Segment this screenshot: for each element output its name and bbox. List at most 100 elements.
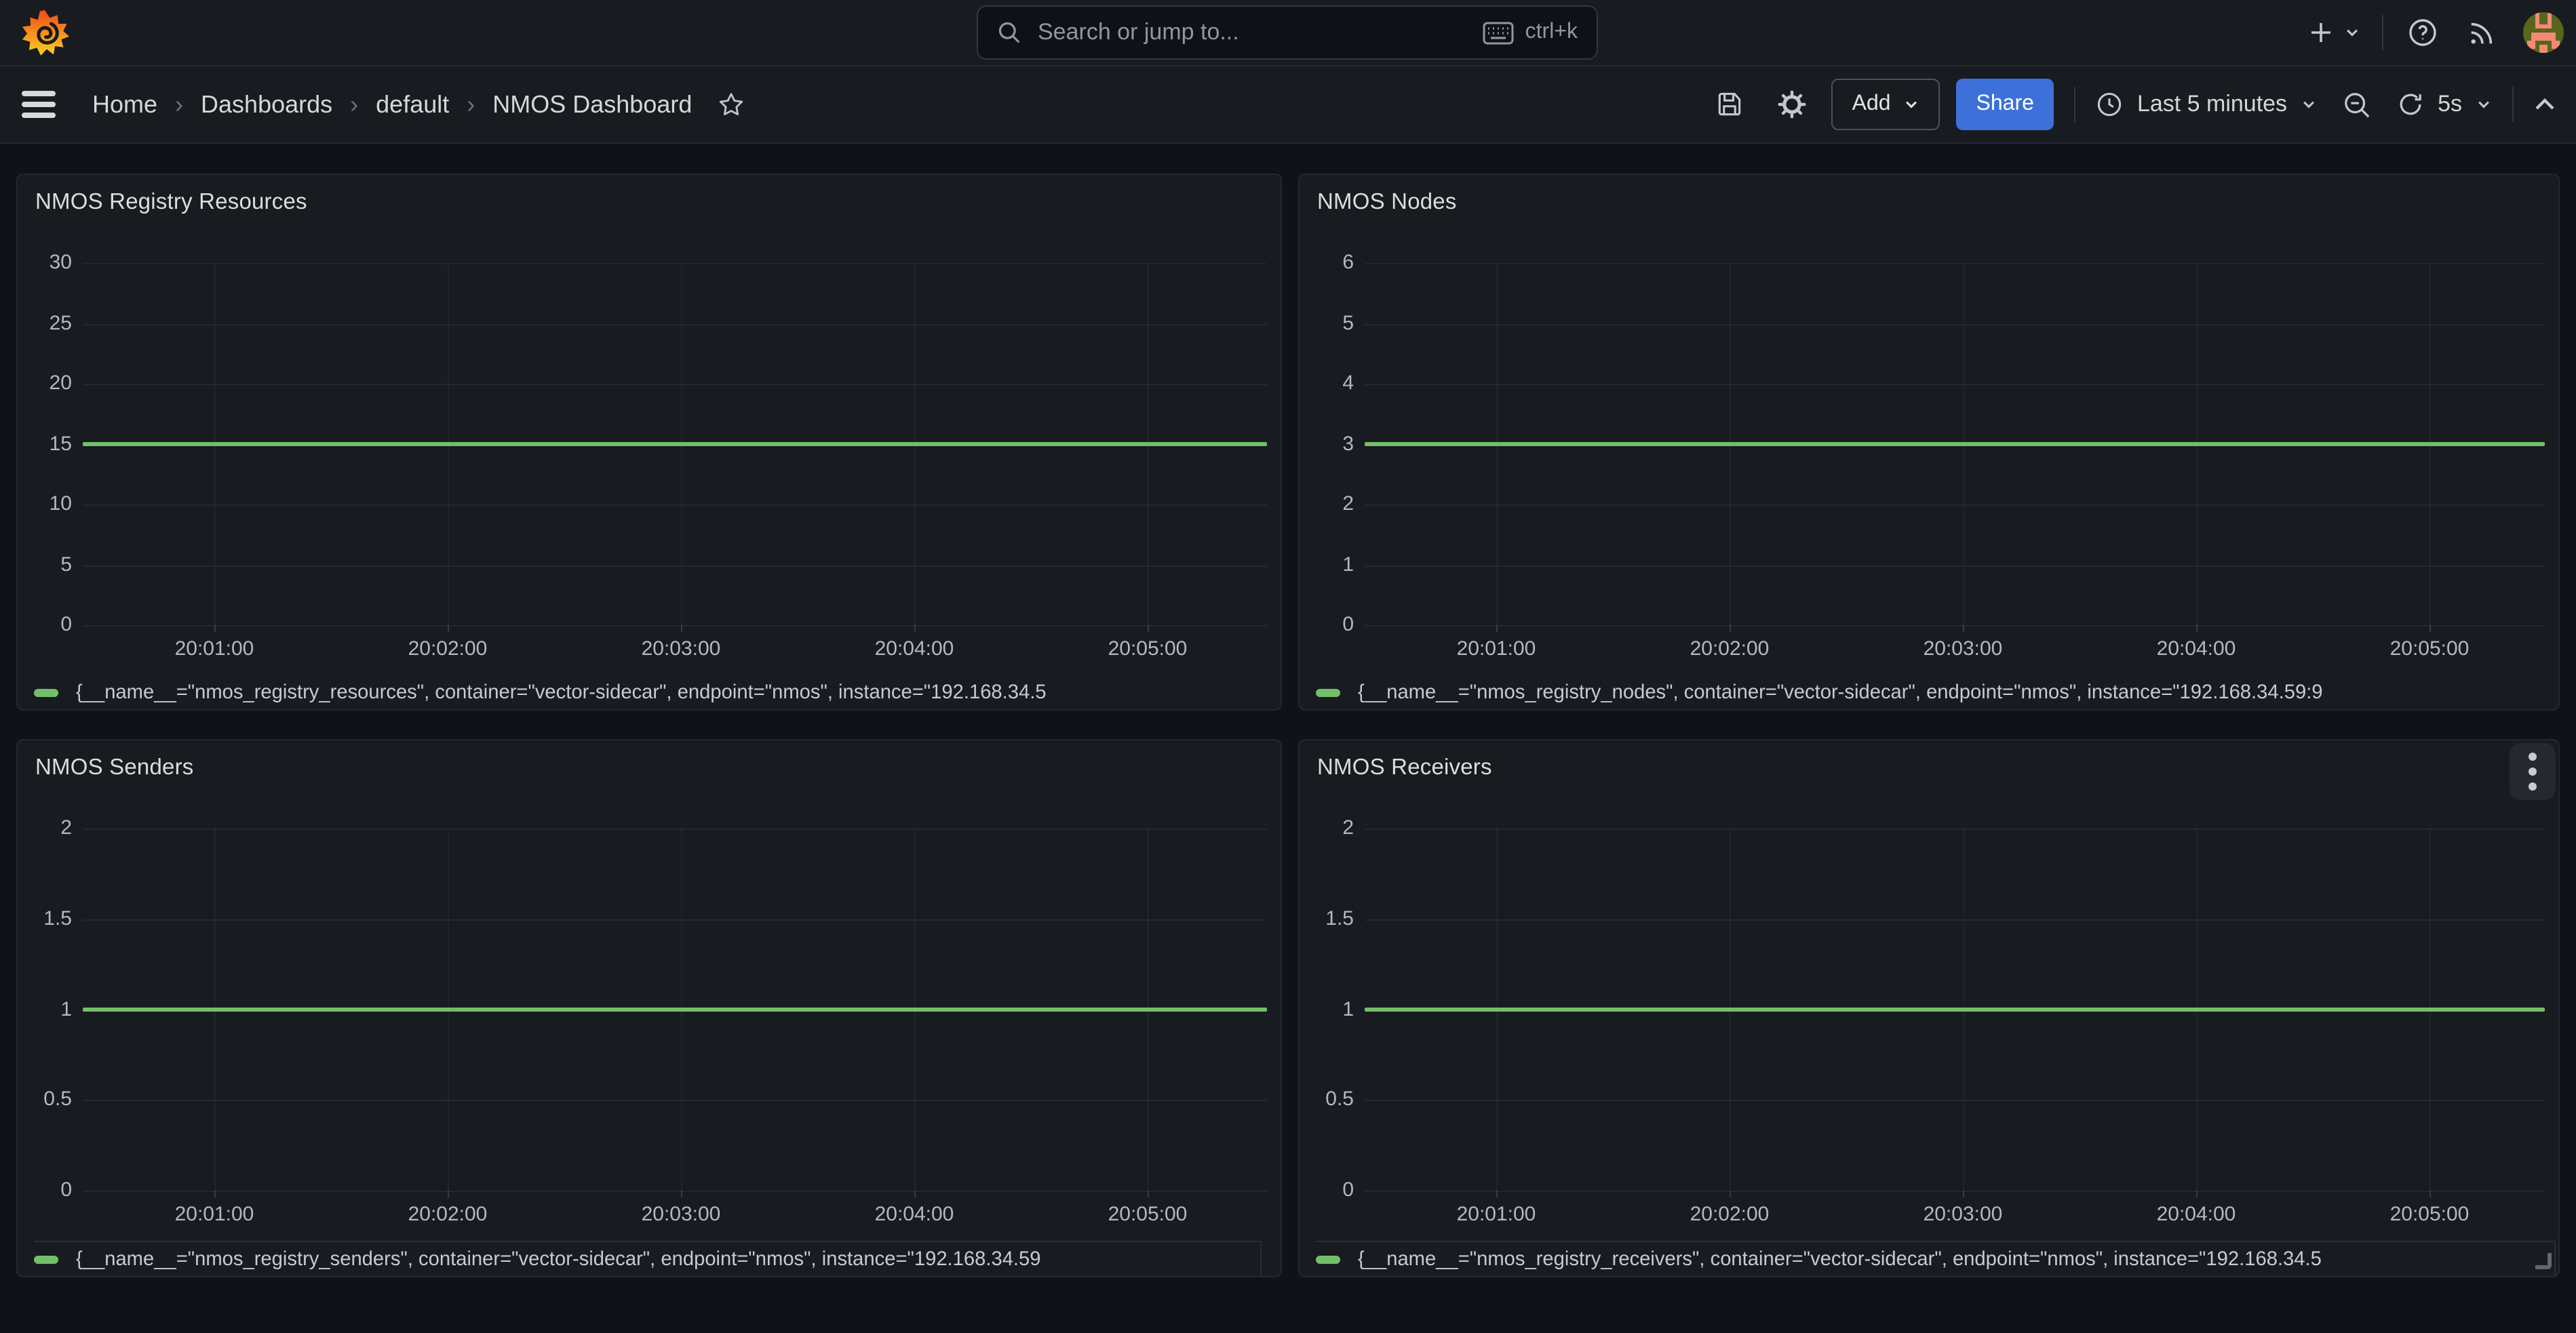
plus-icon — [2307, 19, 2335, 46]
zoom-out-button[interactable] — [2343, 90, 2371, 119]
time-range-picker[interactable]: Last 5 minutes — [2096, 91, 2317, 118]
y-axis-tick-label: 30 — [18, 251, 72, 275]
legend-label[interactable]: {__name__="nmos_registry_resources", con… — [76, 681, 1047, 703]
share-button[interactable]: Share — [1956, 79, 2054, 130]
y-axis-tick-label: 4 — [1300, 372, 1354, 396]
y-axis-tick-label: 0.5 — [1300, 1088, 1354, 1113]
refresh-interval-label: 5s — [2438, 91, 2462, 118]
x-axis-tick-label: 20:05:00 — [1087, 637, 1209, 662]
add-panel-button[interactable]: Add — [1832, 79, 1940, 130]
search-icon — [997, 20, 1021, 45]
y-axis-tick-label: 2 — [1300, 492, 1354, 517]
y-axis-tick-label: 6 — [1300, 251, 1354, 275]
panel-resize-handle[interactable] — [2535, 1253, 2552, 1269]
timeseries-chart[interactable]: 05101520253020:01:0020:02:0020:03:0020:0… — [18, 175, 1281, 709]
timeseries-chart[interactable]: 00.511.5220:01:0020:02:0020:03:0020:04:0… — [18, 740, 1281, 1276]
y-axis-tick-label: 0.5 — [18, 1088, 72, 1113]
x-axis-tick — [1148, 625, 1149, 632]
collapse-toolbar-button[interactable] — [2531, 91, 2558, 118]
y-axis-tick-label: 10 — [18, 492, 72, 517]
shortcut-label: ctrl+k — [1525, 20, 1578, 45]
y-axis-tick-label: 1 — [18, 997, 72, 1022]
x-axis-tick-label: 20:04:00 — [2135, 637, 2257, 662]
timeseries-chart[interactable]: 00.511.5220:01:0020:02:0020:03:0020:04:0… — [1300, 740, 2558, 1276]
x-axis-tick — [1730, 1191, 1731, 1197]
breadcrumb: Home › Dashboards › default › NMOS Dashb… — [22, 66, 745, 142]
kebab-icon — [2529, 782, 2537, 791]
y-axis-tick-label: 0 — [1300, 613, 1354, 637]
gridline-horizontal — [83, 263, 1267, 264]
y-axis-tick-label: 2 — [18, 816, 72, 841]
x-axis-tick-label: 20:03:00 — [1902, 637, 2024, 662]
help-button[interactable] — [2408, 18, 2438, 47]
chevron-down-icon — [2344, 24, 2360, 41]
y-axis-tick-label: 0 — [1300, 1178, 1354, 1203]
breadcrumb-current: NMOS Dashboard — [492, 90, 692, 119]
series-line — [83, 1008, 1267, 1012]
dashboard-settings-button[interactable] — [1778, 89, 1808, 119]
gridline-horizontal — [1365, 565, 2545, 566]
timeseries-chart[interactable]: 012345620:01:0020:02:0020:03:0020:04:002… — [1300, 175, 2558, 709]
add-label: Add — [1852, 92, 1891, 117]
x-axis-tick-label: 20:04:00 — [2135, 1203, 2257, 1227]
legend: {__name__="nmos_registry_receivers", con… — [1316, 1241, 2556, 1276]
refresh-icon — [2397, 91, 2424, 118]
x-axis-tick-label: 20:01:00 — [153, 637, 275, 662]
top-nav-bar: ctrl+k — [0, 0, 2576, 66]
legend-label[interactable]: {__name__="nmos_registry_receivers", con… — [1358, 1248, 2322, 1270]
user-avatar[interactable] — [2523, 12, 2564, 53]
x-axis-tick-label: 20:03:00 — [620, 1203, 742, 1227]
dashboard-toolbar: Home › Dashboards › default › NMOS Dashb… — [0, 66, 2576, 144]
favorite-button[interactable] — [718, 91, 745, 118]
refresh-picker[interactable]: 5s — [2397, 91, 2492, 118]
gridline-horizontal — [83, 1100, 1267, 1102]
global-search[interactable]: ctrl+k — [977, 5, 1598, 60]
x-axis-tick — [2429, 625, 2431, 632]
legend: {__name__="nmos_registry_nodes", contain… — [1316, 675, 2556, 709]
x-axis-tick-label: 20:03:00 — [620, 637, 742, 662]
x-axis-tick-label: 20:01:00 — [153, 1203, 275, 1227]
chevron-down-icon — [1903, 96, 1919, 113]
x-axis-tick — [914, 625, 916, 632]
save-dashboard-button[interactable] — [1715, 89, 1745, 119]
legend-label[interactable]: {__name__="nmos_registry_senders", conta… — [76, 1248, 1041, 1270]
search-input[interactable] — [1035, 18, 1483, 47]
share-label: Share — [1976, 92, 2034, 117]
gridline-horizontal — [1365, 504, 2545, 506]
x-axis-tick — [1963, 625, 1964, 632]
breadcrumb-folder[interactable]: default — [376, 90, 449, 119]
breadcrumb-home[interactable]: Home — [92, 90, 157, 119]
x-axis-tick — [448, 1191, 449, 1197]
gridline-horizontal — [1365, 625, 2545, 626]
topbar-actions — [2307, 0, 2564, 65]
panel-menu-button[interactable] — [2510, 743, 2556, 800]
x-axis-tick-label: 20:02:00 — [387, 1203, 509, 1227]
x-axis-tick — [1148, 1191, 1149, 1197]
x-axis-tick-label: 20:01:00 — [1435, 637, 1557, 662]
x-axis-tick-label: 20:02:00 — [1668, 1203, 1791, 1227]
menu-toggle-button[interactable] — [22, 92, 56, 118]
legend-label[interactable]: {__name__="nmos_registry_nodes", contain… — [1358, 681, 2323, 703]
x-axis-tick-label: 20:05:00 — [2368, 637, 2491, 662]
chevron-down-icon — [2476, 96, 2492, 113]
gridline-horizontal — [1365, 829, 2545, 830]
gridline-horizontal — [1365, 263, 2545, 264]
legend-swatch — [1316, 688, 1340, 696]
clock-icon — [2096, 91, 2124, 118]
legend-swatch — [34, 1255, 58, 1263]
save-icon — [1715, 89, 1745, 119]
x-axis-tick — [214, 625, 216, 632]
breadcrumb-dashboards[interactable]: Dashboards — [201, 90, 332, 119]
add-menu-button[interactable] — [2307, 19, 2360, 46]
grafana-logo-icon[interactable] — [20, 8, 69, 57]
kebab-icon — [2529, 753, 2537, 761]
divider — [2075, 87, 2076, 122]
y-axis-tick-label: 15 — [18, 432, 72, 456]
breadcrumb-separator: › — [175, 90, 183, 119]
chevron-up-icon — [2531, 91, 2558, 118]
y-axis-tick-label: 1 — [1300, 553, 1354, 577]
x-axis-tick-label: 20:02:00 — [1668, 637, 1791, 662]
news-button[interactable] — [2467, 18, 2496, 47]
breadcrumb-separator: › — [467, 90, 475, 119]
gridline-horizontal — [83, 1191, 1267, 1192]
